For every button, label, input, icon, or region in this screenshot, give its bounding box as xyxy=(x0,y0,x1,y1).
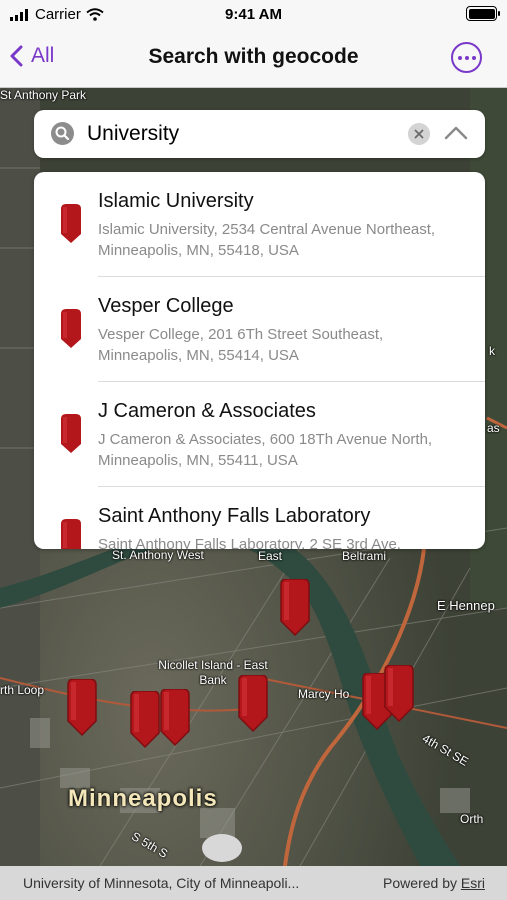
more-options-button[interactable] xyxy=(451,42,482,73)
map-label-orth: Orth xyxy=(460,812,484,826)
map-label-marcy-holmes: Marcy Ho xyxy=(298,687,350,701)
map-label-e-hennepin: E Hennep xyxy=(437,598,495,613)
result-pin-icon xyxy=(61,414,81,453)
top-bar: Carrier 9:41 AM All Search with geocode xyxy=(0,0,507,88)
result-item[interactable]: Vesper College Vesper College, 201 6Th S… xyxy=(34,277,485,382)
map-pin[interactable] xyxy=(66,679,98,737)
attribution-text: University of Minnesota, City of Minneap… xyxy=(23,875,300,891)
map-label-north-loop: rth Loop xyxy=(0,683,45,697)
result-address: J Cameron & Associates, 600 18Th Avenue … xyxy=(98,431,433,469)
result-pin-icon xyxy=(61,204,81,243)
result-title: Vesper College xyxy=(98,295,234,317)
result-pin-icon xyxy=(61,309,81,348)
map-label-st-anthony-west: St. Anthony West xyxy=(112,548,204,562)
chevron-up-icon[interactable] xyxy=(442,120,470,148)
result-title: J Cameron & Associates xyxy=(98,400,316,422)
map-label-park: St Anthony Park xyxy=(0,88,87,102)
map-label-beltrami: Beltrami xyxy=(342,549,387,563)
attribution-bar: University of Minnesota, City of Minneap… xyxy=(0,866,507,900)
result-item[interactable]: Islamic University Islamic University, 2… xyxy=(34,172,485,277)
clear-search-button[interactable] xyxy=(408,123,430,145)
search-input[interactable] xyxy=(87,118,387,150)
powered-by: Powered by Esri xyxy=(383,875,485,891)
result-title: Islamic University xyxy=(98,190,254,212)
map-pin[interactable] xyxy=(383,665,415,723)
map-pin[interactable] xyxy=(237,675,269,733)
search-icon xyxy=(51,122,74,145)
map-pin[interactable] xyxy=(129,691,161,749)
map-label-east: East xyxy=(258,549,283,563)
map-label-minneapolis: Minneapolis xyxy=(68,785,218,812)
page-title: Search with geocode xyxy=(148,45,359,68)
result-title: Saint Anthony Falls Laboratory xyxy=(98,505,371,527)
status-bar: Carrier 9:41 AM xyxy=(0,0,507,30)
result-item[interactable]: Saint Anthony Falls Laboratory Saint Ant… xyxy=(34,487,485,549)
result-address: Vesper College, 201 6Th Street Southeast… xyxy=(98,326,384,364)
esri-link[interactable]: Esri xyxy=(461,875,485,891)
result-item[interactable]: J Cameron & Associates J Cameron & Assoc… xyxy=(34,382,485,487)
battery-icon xyxy=(466,6,500,21)
result-address: Islamic University, 2534 Central Avenue … xyxy=(98,221,436,259)
map-pin[interactable] xyxy=(159,689,191,747)
search-bar xyxy=(34,110,485,158)
navigation-bar: All Search with geocode xyxy=(0,30,507,86)
result-pin-icon xyxy=(61,519,81,549)
ellipsis-icon xyxy=(457,55,462,60)
results-list[interactable]: Islamic University Islamic University, 2… xyxy=(34,172,485,549)
map-label-edge-as: as xyxy=(487,421,500,435)
map-pin[interactable] xyxy=(279,579,311,637)
powered-by-label: Powered by xyxy=(383,875,461,891)
map-label-edge-k: k xyxy=(489,344,495,358)
status-time: 9:41 AM xyxy=(225,6,282,23)
result-address: Saint Anthony Falls Laboratory, 2 SE 3rd… xyxy=(98,536,401,549)
